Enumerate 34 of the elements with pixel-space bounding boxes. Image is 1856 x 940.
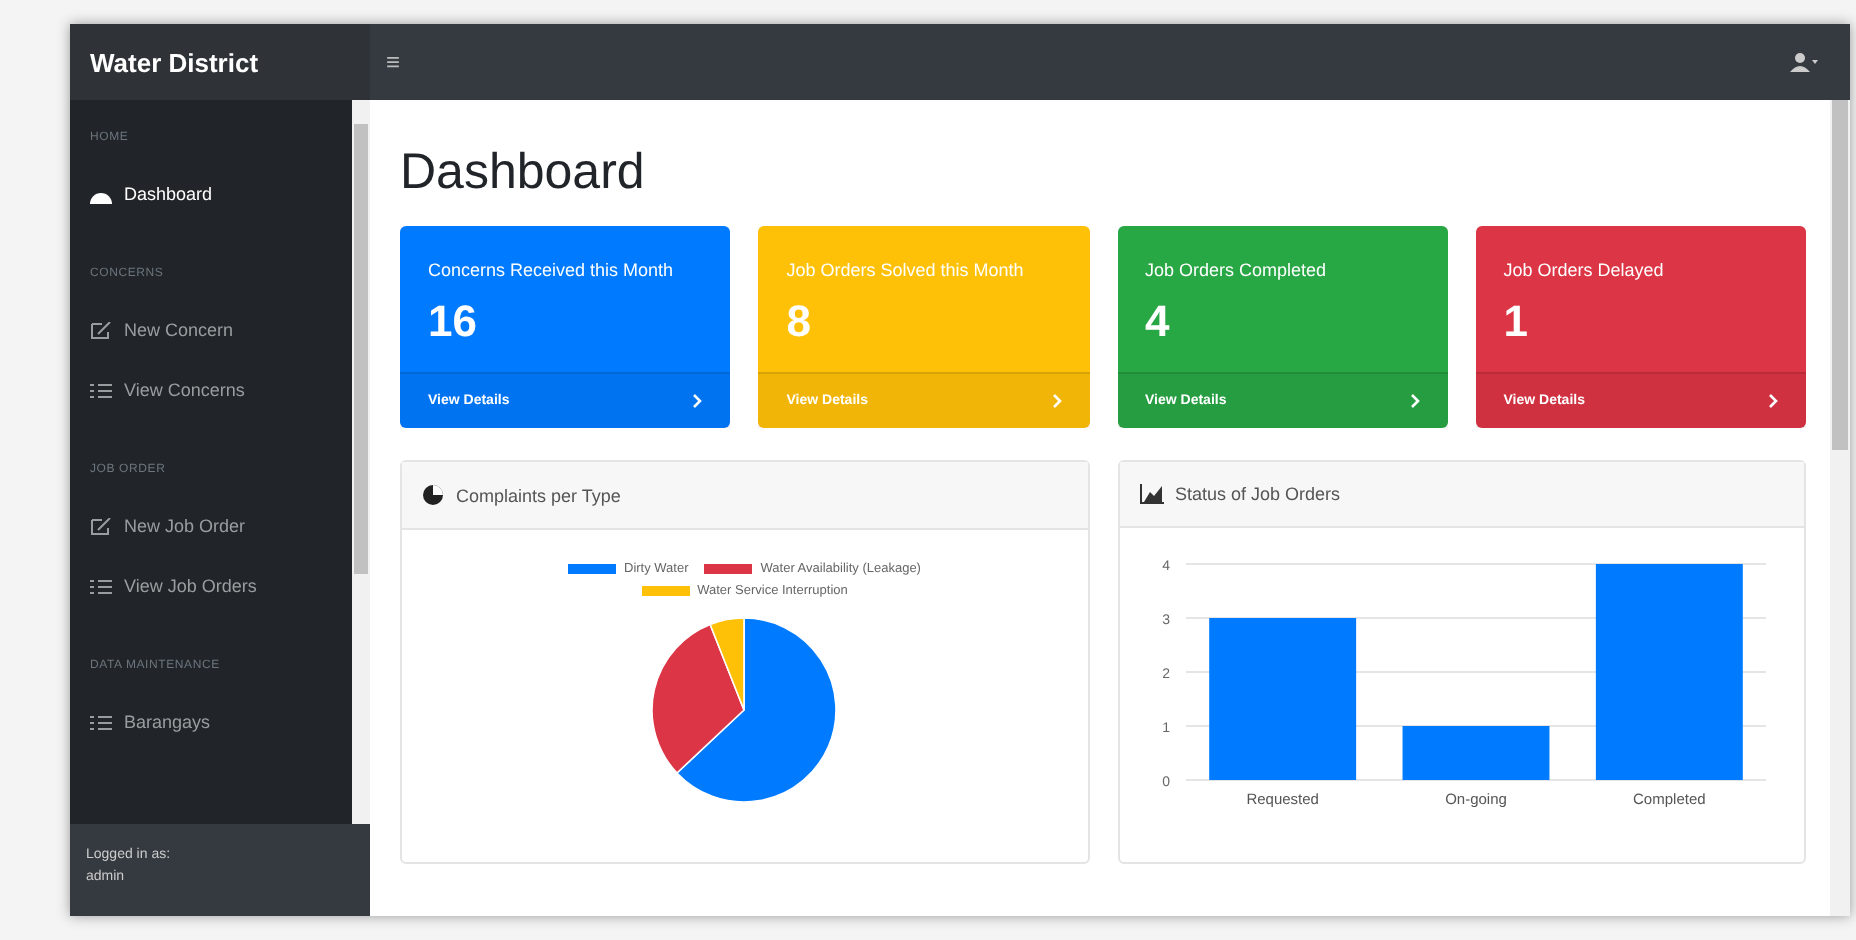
user-menu[interactable] [1790, 52, 1818, 72]
sidebar-item[interactable]: New Job Order [70, 496, 350, 556]
sidebar-item[interactable]: View Concerns [70, 360, 350, 420]
panel-title: Complaints per Type [456, 485, 621, 506]
card-title: Job Orders Delayed [1503, 258, 1666, 284]
sidebar-item[interactable]: New Concern [70, 300, 350, 360]
sidebar-item[interactable]: View Job Orders [70, 556, 350, 616]
pie-chart-icon [422, 484, 444, 507]
sidebar-item[interactable]: Dashboard [70, 164, 350, 224]
chevron-right-icon [1768, 394, 1778, 409]
brand-title[interactable]: Water District [70, 24, 370, 100]
edit-icon [90, 517, 112, 535]
card-title: Concerns Received this Month [428, 258, 676, 284]
card-value: 8 [786, 296, 813, 349]
panel-title: Status of Job Orders [1175, 484, 1341, 505]
card-title: Job Orders Solved this Month [786, 258, 1026, 284]
page-title: Dashboard [400, 144, 647, 202]
list-icon [90, 713, 112, 731]
list-icon [90, 381, 112, 399]
user-icon [1790, 52, 1818, 72]
area-chart-icon [1139, 484, 1163, 505]
scrollbar[interactable] [354, 124, 368, 574]
card-title: Job Orders Completed [1145, 258, 1329, 284]
sidebar-item[interactable]: Barangays [70, 692, 350, 752]
card-value: 16 [428, 296, 479, 349]
card-value: 1 [1503, 296, 1530, 349]
chevron-right-icon [692, 394, 703, 409]
menu-button[interactable]: ≡ [378, 44, 409, 80]
scrollbar[interactable] [1832, 100, 1848, 450]
edit-icon [90, 321, 112, 339]
chevron-right-icon [1409, 394, 1420, 409]
card-value: 4 [1145, 296, 1172, 349]
chevron-right-icon [1051, 394, 1061, 409]
list-icon [90, 577, 112, 595]
